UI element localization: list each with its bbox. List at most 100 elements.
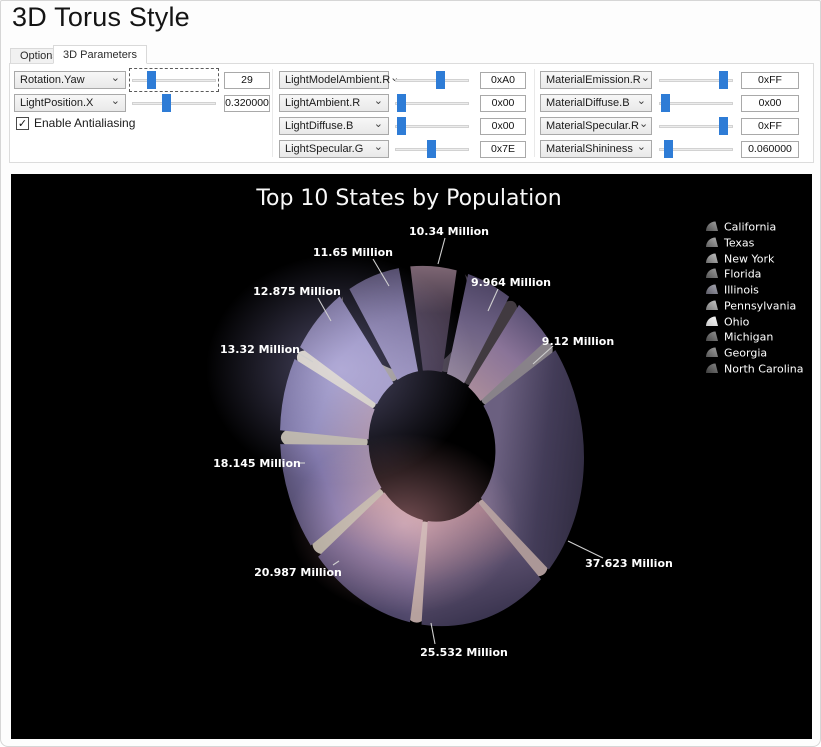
materialemission-r-value[interactable]: 0xFF (741, 72, 799, 89)
lightambient-r-slider[interactable] (395, 94, 469, 112)
pie-wedge-icon (706, 317, 718, 327)
chevron-down-icon: ⌄ (374, 120, 383, 128)
param-select-rotation-yaw[interactable]: Rotation.Yaw ⌄ (14, 71, 126, 89)
legend-label-illinois: Illinois (724, 284, 759, 297)
enable-antialiasing-row[interactable]: ✓ Enable Antialiasing (16, 116, 135, 130)
slider-thumb[interactable] (397, 94, 406, 112)
legend-item: Illinois (706, 284, 759, 297)
pie-wedge-icon (706, 285, 718, 295)
legend-label-michigan: Michigan (724, 331, 773, 344)
legend-item: Georgia (706, 347, 767, 360)
label-leader-line (568, 541, 603, 558)
parameter-panel: Rotation.Yaw ⌄ 29 LightPosition.X ⌄ 0.32… (9, 63, 814, 163)
slider-thumb[interactable] (436, 71, 445, 89)
slider-thumb[interactable] (427, 140, 436, 158)
value-label-texas: 25.532 Million (420, 646, 508, 659)
param-select-lightmodelambient-r[interactable]: LightModelAmbient.R⌄ (279, 71, 389, 89)
chevron-down-icon: ⌄ (641, 74, 650, 82)
slider-thumb[interactable] (719, 117, 728, 135)
legend-item: Texas (706, 237, 755, 250)
chart-title: Top 10 States by Population (255, 186, 561, 211)
value-label-michigan: 10.34 Million (409, 225, 489, 238)
slider-thumb[interactable] (147, 71, 156, 89)
param-select-lightposition-x[interactable]: LightPosition.X ⌄ (14, 94, 126, 112)
lightmodelambient-r-slider[interactable] (395, 71, 469, 89)
param-select-lightspecular-g[interactable]: LightSpecular.G⌄ (279, 140, 389, 158)
value-label-florida: 18.145 Million (213, 457, 301, 470)
legend-item: New York (706, 253, 775, 266)
legend-label-georgia: Georgia (724, 347, 767, 360)
torus-chart-canvas[interactable]: Top 10 States by Population 37.623 Milli… (11, 174, 812, 739)
pie-wedge-icon (706, 254, 718, 264)
slider-thumb[interactable] (397, 117, 406, 135)
slider-track (132, 102, 216, 105)
label-leader-line (431, 623, 435, 644)
value-label-illinois: 13.32 Million (220, 343, 300, 356)
tab-3d-parameters[interactable]: 3D Parameters (53, 45, 147, 64)
rotation-yaw-slider[interactable] (132, 71, 216, 89)
lightmodelambient-r-value[interactable]: 0xA0 (480, 72, 526, 89)
lightdiffuse-b-value[interactable]: 0x00 (480, 118, 526, 135)
param-select-lightambient-r[interactable]: LightAmbient.R⌄ (279, 94, 389, 112)
lightspecular-g-slider[interactable] (395, 140, 469, 158)
lightdiffuse-b-slider[interactable] (395, 117, 469, 135)
materialspecular-r-slider[interactable] (659, 117, 733, 135)
checkbox-label: Enable Antialiasing (34, 116, 135, 130)
param-select-materialemission-r[interactable]: MaterialEmission.R⌄ (540, 71, 652, 89)
legend-label-california: California (724, 221, 776, 234)
pie-wedge-icon (706, 332, 718, 342)
legend-label-ohio: Ohio (724, 316, 750, 329)
slider-thumb[interactable] (664, 140, 673, 158)
chevron-down-icon: ⌄ (111, 74, 120, 82)
legend-label-texas: Texas (723, 237, 755, 250)
slider-thumb[interactable] (719, 71, 728, 89)
checkbox-icon[interactable]: ✓ (16, 117, 29, 130)
materialshininess-value[interactable]: 0.060000 (741, 141, 799, 158)
param-select-lightdiffuse-b[interactable]: LightDiffuse.B⌄ (279, 117, 389, 135)
page-title: 3D Torus Style (12, 2, 190, 33)
pie-wedge-icon (706, 364, 718, 374)
rotation-yaw-value[interactable]: 29 (224, 72, 270, 89)
materialshininess-slider[interactable] (659, 140, 733, 158)
chevron-down-icon: ⌄ (374, 97, 383, 105)
legend-label-florida: Florida (724, 268, 761, 281)
chevron-down-icon: ⌄ (111, 97, 120, 105)
pie-wedge-icon (706, 348, 718, 358)
materialdiffuse-b-value[interactable]: 0x00 (741, 95, 799, 112)
divider (272, 69, 273, 157)
slider-thumb[interactable] (162, 94, 171, 112)
legend-label-north-carolina: North Carolina (724, 363, 804, 376)
pie-wedge-icon (706, 301, 718, 311)
pie-wedge-icon (706, 269, 718, 279)
chevron-down-icon: ⌄ (639, 120, 648, 128)
value-label-pennsylvania: 12.875 Million (253, 285, 341, 298)
lightposition-x-slider[interactable] (132, 94, 216, 112)
materialspecular-r-value[interactable]: 0xFF (741, 118, 799, 135)
param-select-materialspecular-r[interactable]: MaterialSpecular.R⌄ (540, 117, 652, 135)
label-leader-line (438, 238, 445, 264)
chevron-down-icon: ⌄ (374, 143, 383, 151)
legend-item: North Carolina (706, 363, 804, 376)
divider (534, 69, 535, 157)
torus-chart: Top 10 States by Population 37.623 Milli… (11, 174, 812, 739)
lightambient-r-value[interactable]: 0x00 (480, 95, 526, 112)
lightspecular-g-value[interactable]: 0x7E (480, 141, 526, 158)
slider-track (132, 79, 216, 82)
legend-item: Ohio (706, 316, 750, 329)
param-select-materialdiffuse-b[interactable]: MaterialDiffuse.B⌄ (540, 94, 652, 112)
pie-wedge-icon (706, 222, 718, 232)
lightposition-x-value[interactable]: 0.320000 (224, 95, 270, 112)
value-label-north-carolina: 9.12 Million (542, 335, 614, 348)
chevron-down-icon: ⌄ (637, 97, 646, 105)
legend-label-new-york: New York (724, 253, 775, 266)
legend-item: California (706, 221, 776, 234)
materialemission-r-slider[interactable] (659, 71, 733, 89)
slider-thumb[interactable] (661, 94, 670, 112)
materialdiffuse-b-slider[interactable] (659, 94, 733, 112)
legend-item: Pennsylvania (706, 300, 796, 313)
param-select-materialshininess[interactable]: MaterialShininess⌄ (540, 140, 652, 158)
legend-label-pennsylvania: Pennsylvania (724, 300, 796, 313)
chevron-down-icon: ⌄ (637, 143, 646, 151)
legend-item: Florida (706, 268, 761, 281)
value-label-new-york: 20.987 Million (254, 566, 342, 579)
